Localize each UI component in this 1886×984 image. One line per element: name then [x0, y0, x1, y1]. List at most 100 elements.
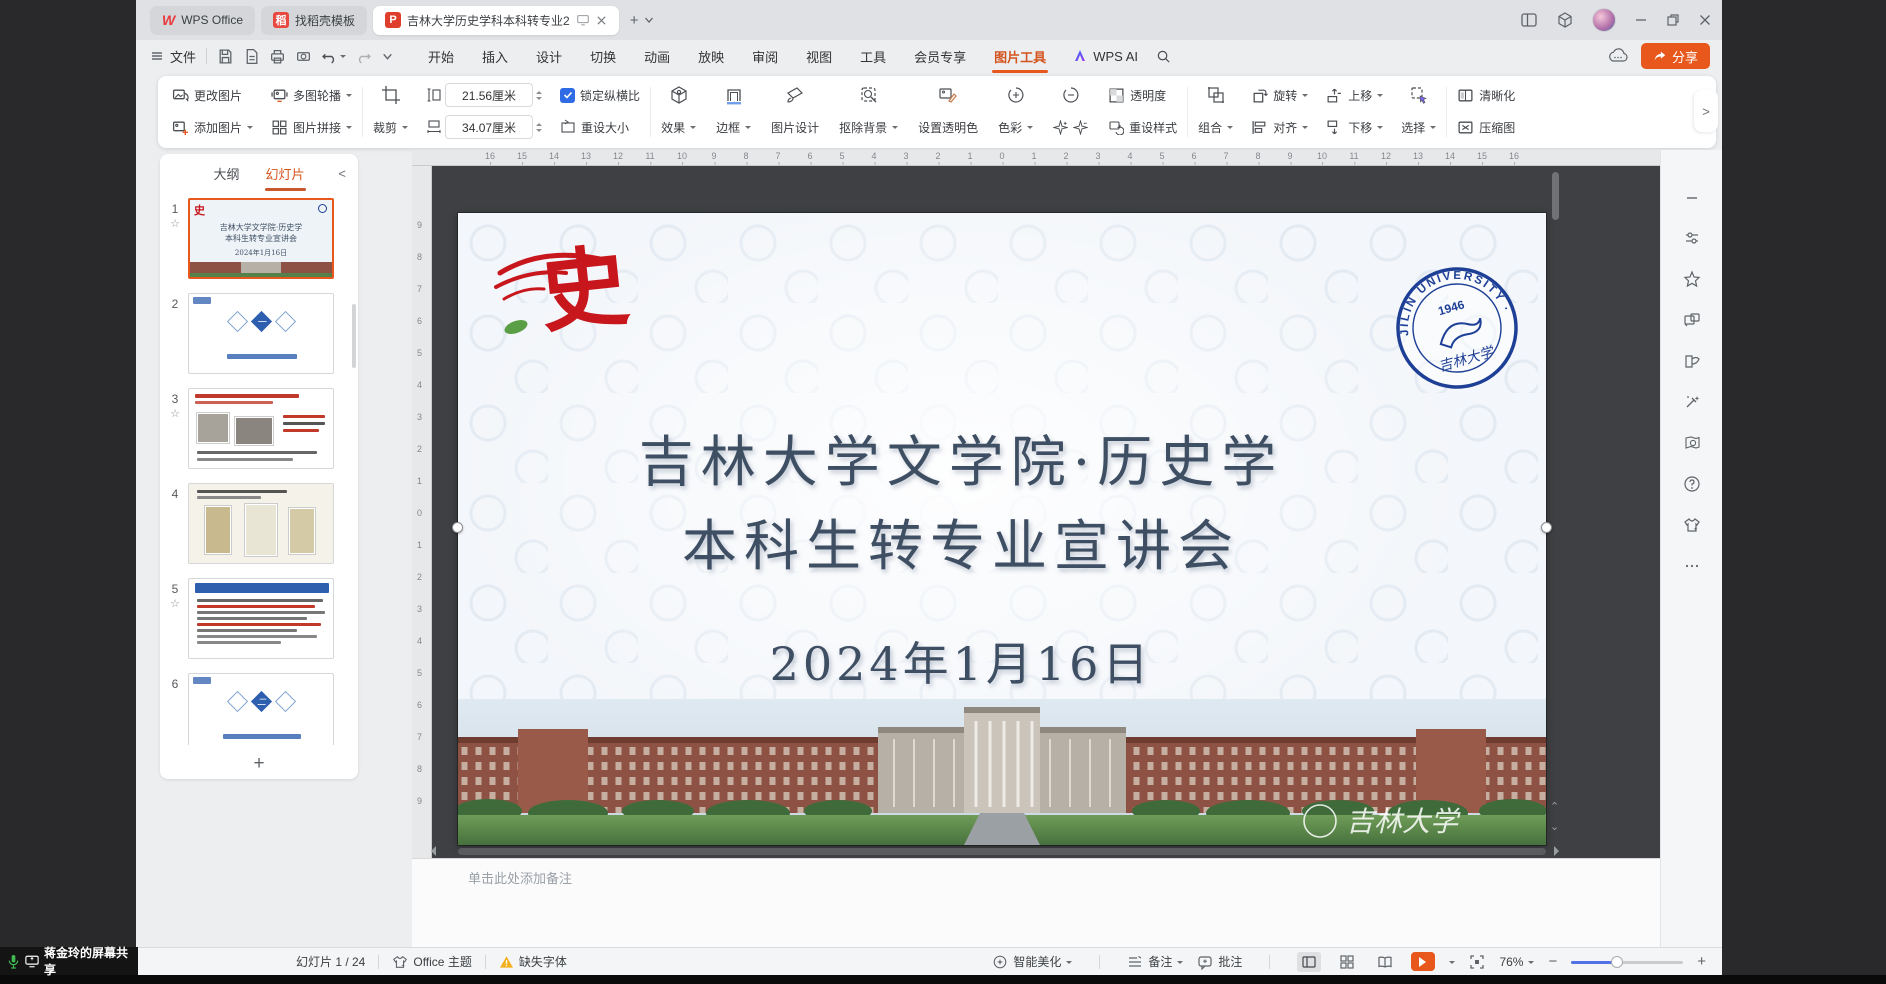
slide-thumbnail-4[interactable]: [188, 483, 334, 564]
slide-date[interactable]: 2024年1月16日: [466, 628, 1456, 694]
slide-thumbnail-6[interactable]: 二: [188, 673, 334, 745]
tab-presentation-active[interactable]: P 吉林大学历史学科本科转专业2: [373, 6, 619, 35]
history-logo[interactable]: 史: [494, 239, 654, 359]
height-stepper[interactable]: [536, 88, 542, 103]
group-button[interactable]: 组合: [1198, 119, 1233, 136]
missing-font-warning[interactable]: 缺失字体: [499, 953, 567, 970]
navigate-search-icon[interactable]: [1683, 434, 1701, 452]
notes-panel[interactable]: 单击此处添加备注: [412, 858, 1660, 947]
picture-design-icon[interactable]: [785, 85, 805, 105]
undo-caret-icon[interactable]: [340, 55, 346, 61]
sharpen-up-icon[interactable]: [1053, 120, 1068, 135]
menu-view[interactable]: 视图: [806, 47, 832, 66]
qat-more-chevron-icon[interactable]: [381, 50, 394, 63]
effects-button[interactable]: 效果: [661, 119, 696, 136]
align-button[interactable]: 对齐: [1251, 119, 1308, 136]
move-up-button[interactable]: 上移: [1326, 87, 1383, 104]
height-input[interactable]: 21.56厘米: [445, 83, 533, 107]
panel-scrollbar[interactable]: [352, 304, 356, 368]
slide-title-line2[interactable]: 本科生转专业宣讲会: [466, 501, 1456, 581]
close-tab-icon[interactable]: [596, 15, 607, 26]
slide-thumbnail-5[interactable]: [188, 578, 334, 659]
zoom-slider-knob[interactable]: [1611, 956, 1623, 968]
menu-transition[interactable]: 切换: [590, 47, 616, 66]
brightness-up-icon[interactable]: [1007, 86, 1025, 104]
docer-resources-icon[interactable]: [1683, 352, 1701, 370]
selection-handle-left[interactable]: [452, 522, 463, 533]
border-button[interactable]: 边框: [716, 119, 751, 136]
close-window-icon[interactable]: [1698, 13, 1712, 27]
new-tab-button[interactable]: +: [630, 12, 639, 29]
crop-icon[interactable]: [381, 85, 401, 105]
hscroll-right-arrow[interactable]: [1554, 846, 1564, 856]
clarify-button[interactable]: 清晰化: [1457, 87, 1515, 104]
picture-design-button[interactable]: 图片设计: [771, 119, 819, 136]
workspace-cube-icon[interactable]: [1556, 11, 1574, 29]
move-down-button[interactable]: 下移: [1326, 119, 1383, 136]
zoom-in-button[interactable]: +: [1697, 953, 1706, 970]
tab-slides[interactable]: 幻灯片: [266, 164, 305, 183]
vertical-scrollbar[interactable]: [1552, 172, 1559, 220]
minimize-window-icon[interactable]: [1634, 13, 1648, 27]
restore-window-icon[interactable]: [1666, 13, 1680, 27]
comments-button[interactable]: 批注: [1197, 953, 1242, 970]
add-slide-button[interactable]: +: [253, 753, 264, 775]
undo-icon[interactable]: [321, 48, 338, 65]
menu-animation[interactable]: 动画: [644, 47, 670, 66]
magic-beautify-icon[interactable]: [1683, 393, 1701, 411]
color-button[interactable]: 色彩: [998, 119, 1033, 136]
slideshow-play-button[interactable]: [1411, 952, 1435, 971]
set-transparent-color-icon[interactable]: [938, 85, 958, 105]
lock-aspect-ratio-checkbox[interactable]: 锁定纵横比: [560, 87, 640, 104]
menu-home[interactable]: 开始: [428, 47, 454, 66]
menu-tools[interactable]: 工具: [860, 47, 886, 66]
compress-button[interactable]: 压缩图: [1457, 119, 1515, 136]
selection-handle-right[interactable]: [1541, 522, 1552, 533]
output-pdf-icon[interactable]: [243, 48, 260, 65]
group-icon[interactable]: [1206, 85, 1226, 105]
panel-collapse-button[interactable]: <: [338, 166, 346, 181]
ribbon-expand-button[interactable]: >: [1694, 90, 1718, 132]
campus-photo[interactable]: 吉林大学: [458, 699, 1546, 845]
horizontal-scrollbar[interactable]: [458, 848, 1546, 855]
width-stepper[interactable]: [536, 120, 542, 135]
print-icon[interactable]: [269, 48, 286, 65]
rotate-button[interactable]: 旋转: [1251, 87, 1308, 104]
editing-canvas[interactable]: 1615141312111098765432101234567891011121…: [412, 150, 1660, 858]
remove-background-icon[interactable]: [859, 85, 879, 105]
remove-background-button[interactable]: 抠除背景: [839, 119, 898, 136]
border-icon[interactable]: [724, 85, 744, 105]
zoom-level[interactable]: 76%: [1499, 955, 1534, 969]
reset-size-button[interactable]: 重设大小: [560, 119, 640, 136]
more-tools-icon[interactable]: [1683, 557, 1701, 575]
zoom-out-button[interactable]: −: [1548, 953, 1557, 970]
print-preview-icon[interactable]: [295, 48, 312, 65]
reset-style-button[interactable]: 重设样式: [1108, 119, 1177, 136]
file-menu[interactable]: 文件: [150, 47, 196, 66]
view-sorter-button[interactable]: [1335, 952, 1359, 972]
object-properties-icon[interactable]: [1683, 229, 1701, 247]
theme-indicator[interactable]: Office 主题: [392, 953, 471, 970]
save-icon[interactable]: [217, 48, 234, 65]
brightness-down-icon[interactable]: [1062, 86, 1080, 104]
slide-thumbnail-3[interactable]: [188, 388, 334, 469]
cloud-sync-icon[interactable]: [1607, 46, 1629, 66]
menu-slideshow[interactable]: 放映: [698, 47, 724, 66]
enhance-buttons[interactable]: [1053, 120, 1088, 135]
sharpen-down-icon[interactable]: [1073, 120, 1088, 135]
tab-list-chevron-icon[interactable]: [643, 14, 655, 26]
university-seal[interactable]: JILIN UNIVERSITY · CHINA 1946 吉林大学: [1379, 250, 1535, 406]
user-avatar[interactable]: [1592, 8, 1616, 32]
crop-button[interactable]: 裁剪: [373, 119, 408, 136]
split-view-icon[interactable]: [1520, 11, 1538, 29]
menu-insert[interactable]: 插入: [482, 47, 508, 66]
menu-member[interactable]: 会员专享: [914, 47, 966, 66]
tab-docer-templates[interactable]: 稻 找稻壳模板: [261, 6, 367, 35]
set-transparent-color-button[interactable]: 设置透明色: [918, 119, 978, 136]
play-options-caret-icon[interactable]: [1449, 961, 1455, 967]
search-icon[interactable]: [1156, 49, 1171, 64]
tab-wps-office[interactable]: W WPS Office: [150, 6, 255, 35]
view-reading-button[interactable]: [1373, 952, 1397, 972]
skin-theme-icon[interactable]: [1683, 516, 1701, 534]
width-input[interactable]: 34.07厘米: [445, 115, 533, 139]
